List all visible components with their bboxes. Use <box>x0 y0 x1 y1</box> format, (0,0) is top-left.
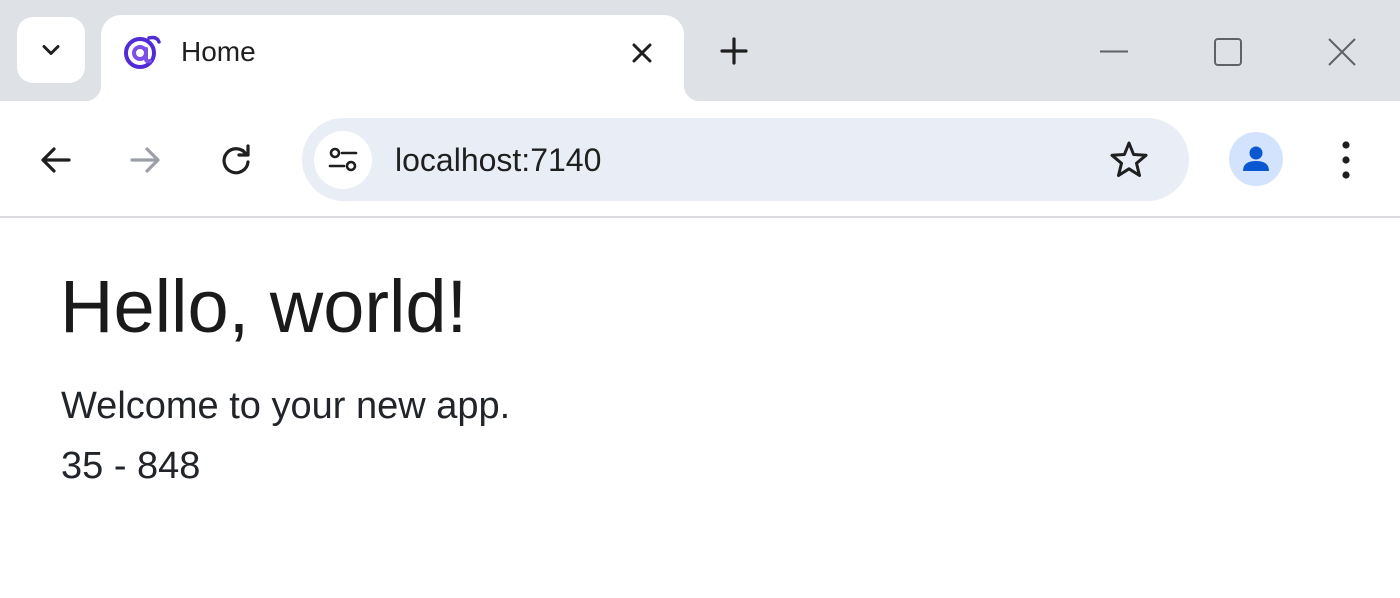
counter-text: 35 - 848 <box>61 445 201 487</box>
menu-button[interactable] <box>1323 135 1369 185</box>
arrow-left-icon <box>41 147 71 173</box>
page-content: Hello, world! Welcome to your new app. 3… <box>0 218 1400 598</box>
blazor-icon <box>124 35 161 69</box>
page-heading: Hello, world! <box>60 265 468 348</box>
plus-icon <box>720 37 748 65</box>
back-button[interactable] <box>31 135 81 185</box>
tab-home[interactable]: Home <box>85 15 700 101</box>
reload-button[interactable] <box>211 135 261 185</box>
minimize-button[interactable] <box>1084 22 1144 82</box>
maximize-button[interactable] <box>1198 22 1258 82</box>
profile-button[interactable] <box>1229 132 1283 186</box>
tune-icon <box>328 147 358 172</box>
arrow-right-icon <box>130 147 160 173</box>
person-icon <box>1243 146 1269 171</box>
more-vert-icon <box>1342 141 1350 179</box>
site-info-button[interactable] <box>314 131 372 189</box>
star-icon <box>1110 141 1148 177</box>
address-bar[interactable]: localhost:7140 <box>302 118 1189 201</box>
reload-icon <box>222 144 250 175</box>
new-tab-button[interactable] <box>712 29 756 73</box>
toolbar: localhost:7140 <box>0 101 1400 217</box>
tab-close-button[interactable] <box>622 33 662 73</box>
minimize-icon <box>1100 50 1128 53</box>
close-icon <box>632 43 652 63</box>
tab-title: Home <box>181 36 256 67</box>
chevron-down-icon <box>42 45 60 55</box>
url-text[interactable]: localhost:7140 <box>395 142 601 179</box>
forward-button[interactable] <box>120 135 170 185</box>
close-icon <box>1328 38 1356 66</box>
tab-strip: Home <box>0 0 1400 101</box>
close-window-button[interactable] <box>1312 22 1372 82</box>
bookmark-button[interactable] <box>1104 135 1154 185</box>
tab-search-button[interactable] <box>17 17 85 83</box>
maximize-icon <box>1214 38 1242 66</box>
welcome-text: Welcome to your new app. <box>61 385 511 427</box>
